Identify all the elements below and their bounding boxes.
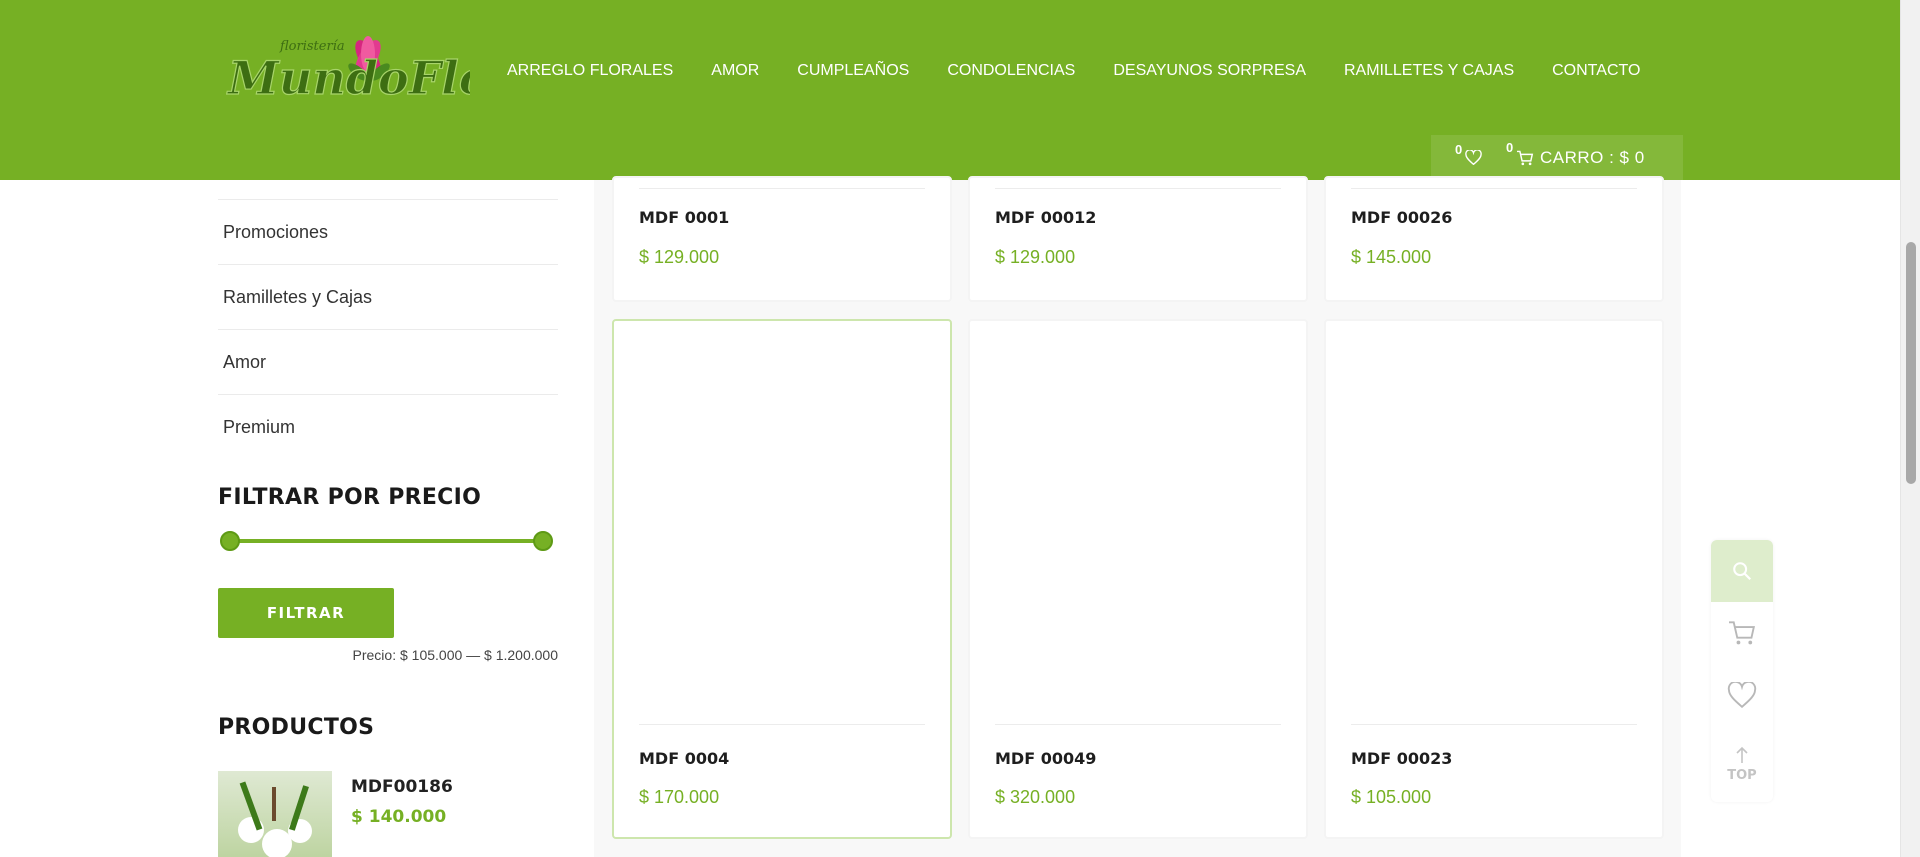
site-logo[interactable]: MundoFlor floristería — [218, 28, 518, 106]
cart-icon — [1729, 621, 1755, 645]
product-grid: MDF 0001 $ 129.000 MDF 00012 $ 129.000 M… — [594, 176, 1681, 857]
nav-item-contacto[interactable]: CONTACTO — [1533, 62, 1659, 80]
category-item[interactable]: Ramilletes y Cajas — [218, 265, 558, 330]
cart-bar: 0 0 CARRO : $ 0 — [1431, 135, 1683, 180]
nav-item-ramilletes-y-cajas[interactable]: RAMILLETES Y CAJAS — [1325, 62, 1533, 80]
category-item[interactable]: Amor — [218, 330, 558, 395]
price-slider-min-handle[interactable] — [220, 531, 240, 551]
page-scrollbar[interactable] — [1900, 0, 1920, 857]
site-header: MundoFlor floristería ARREGLO FLORALES A… — [0, 0, 1900, 180]
price-range-label: Precio: $ 105.000 — $ 1.200.000 — [352, 647, 558, 663]
cart-icon — [1517, 150, 1534, 165]
product-name[interactable]: MDF 00023 — [1351, 749, 1452, 768]
back-to-top-button[interactable]: TOP — [1711, 726, 1773, 802]
back-to-top-label: TOP — [1727, 767, 1757, 783]
product-price: $ 145.000 — [1351, 247, 1432, 267]
filter-button[interactable]: FILTRAR — [218, 588, 394, 638]
search-icon — [1733, 562, 1752, 581]
product-price: $ 105.000 — [1351, 787, 1432, 807]
heart-icon — [1465, 150, 1482, 165]
price-slider[interactable] — [220, 531, 553, 551]
wishlist-link[interactable]: 0 — [1455, 142, 1482, 165]
nav-item-condolencias[interactable]: CONDOLENCIAS — [928, 62, 1094, 80]
product-card[interactable]: MDF 0001 $ 129.000 — [612, 176, 952, 302]
floating-cart-button[interactable] — [1711, 602, 1773, 664]
price-slider-max-handle[interactable] — [533, 531, 553, 551]
arrow-up-icon — [1736, 746, 1748, 763]
floating-search-button[interactable] — [1711, 540, 1773, 602]
scrollbar-thumb[interactable] — [1906, 242, 1916, 484]
sidebar-product-name[interactable]: MDF00186 — [351, 777, 453, 797]
product-price: $ 129.000 — [995, 247, 1076, 267]
product-card[interactable]: MDF 00026 $ 145.000 — [1324, 176, 1664, 302]
nav-item-amor[interactable]: AMOR — [692, 62, 778, 80]
svg-text:MundoFlor: MundoFlor — [226, 51, 470, 105]
category-item[interactable]: Promociones — [218, 200, 558, 265]
category-divider — [218, 180, 558, 200]
price-filter-title: FILTRAR POR PRECIO — [218, 485, 482, 510]
cart-count: 0 — [1506, 139, 1514, 155]
product-name[interactable]: MDF 0004 — [639, 749, 729, 768]
product-price: $ 320.000 — [995, 787, 1076, 807]
product-name[interactable]: MDF 0001 — [639, 208, 729, 227]
product-card[interactable]: MDF 0004 $ 170.000 — [612, 319, 952, 839]
nav-item-desayunos-sorpresa[interactable]: DESAYUNOS SORPRESA — [1094, 62, 1325, 80]
nav-item-cumpleanos[interactable]: CUMPLEAÑOS — [778, 62, 928, 80]
category-item[interactable]: Premium — [218, 395, 558, 460]
product-card[interactable]: MDF 00023 $ 105.000 — [1324, 319, 1664, 839]
svg-text:floristería: floristería — [279, 39, 345, 54]
product-name[interactable]: MDF 00012 — [995, 208, 1096, 227]
cart-link[interactable]: 0 CARRO : $ 0 — [1506, 140, 1645, 168]
product-card[interactable]: MDF 00012 $ 129.000 — [968, 176, 1308, 302]
product-price: $ 129.000 — [639, 247, 720, 267]
product-name[interactable]: MDF 00026 — [1351, 208, 1452, 227]
nav-item-arreglo-florales[interactable]: ARREGLO FLORALES — [488, 62, 692, 80]
cart-total: CARRO : $ 0 — [1540, 147, 1645, 167]
sidebar: Promociones Ramilletes y Cajas Amor Prem… — [218, 180, 558, 857]
category-list: Promociones Ramilletes y Cajas Amor Prem… — [218, 180, 558, 460]
floating-wishlist-button[interactable] — [1711, 664, 1773, 726]
wishlist-count: 0 — [1455, 142, 1463, 157]
product-card[interactable]: MDF 00049 $ 320.000 — [968, 319, 1308, 839]
product-thumbnail[interactable] — [218, 771, 332, 857]
floating-action-panel: TOP — [1711, 540, 1773, 802]
sidebar-product-price: $ 140.000 — [351, 807, 447, 827]
products-widget-title: PRODUCTOS — [218, 715, 375, 740]
product-price: $ 170.000 — [639, 787, 720, 807]
main-nav: ARREGLO FLORALES AMOR CUMPLEAÑOS CONDOLE… — [488, 62, 1659, 80]
heart-icon — [1727, 682, 1757, 708]
product-name[interactable]: MDF 00049 — [995, 749, 1096, 768]
